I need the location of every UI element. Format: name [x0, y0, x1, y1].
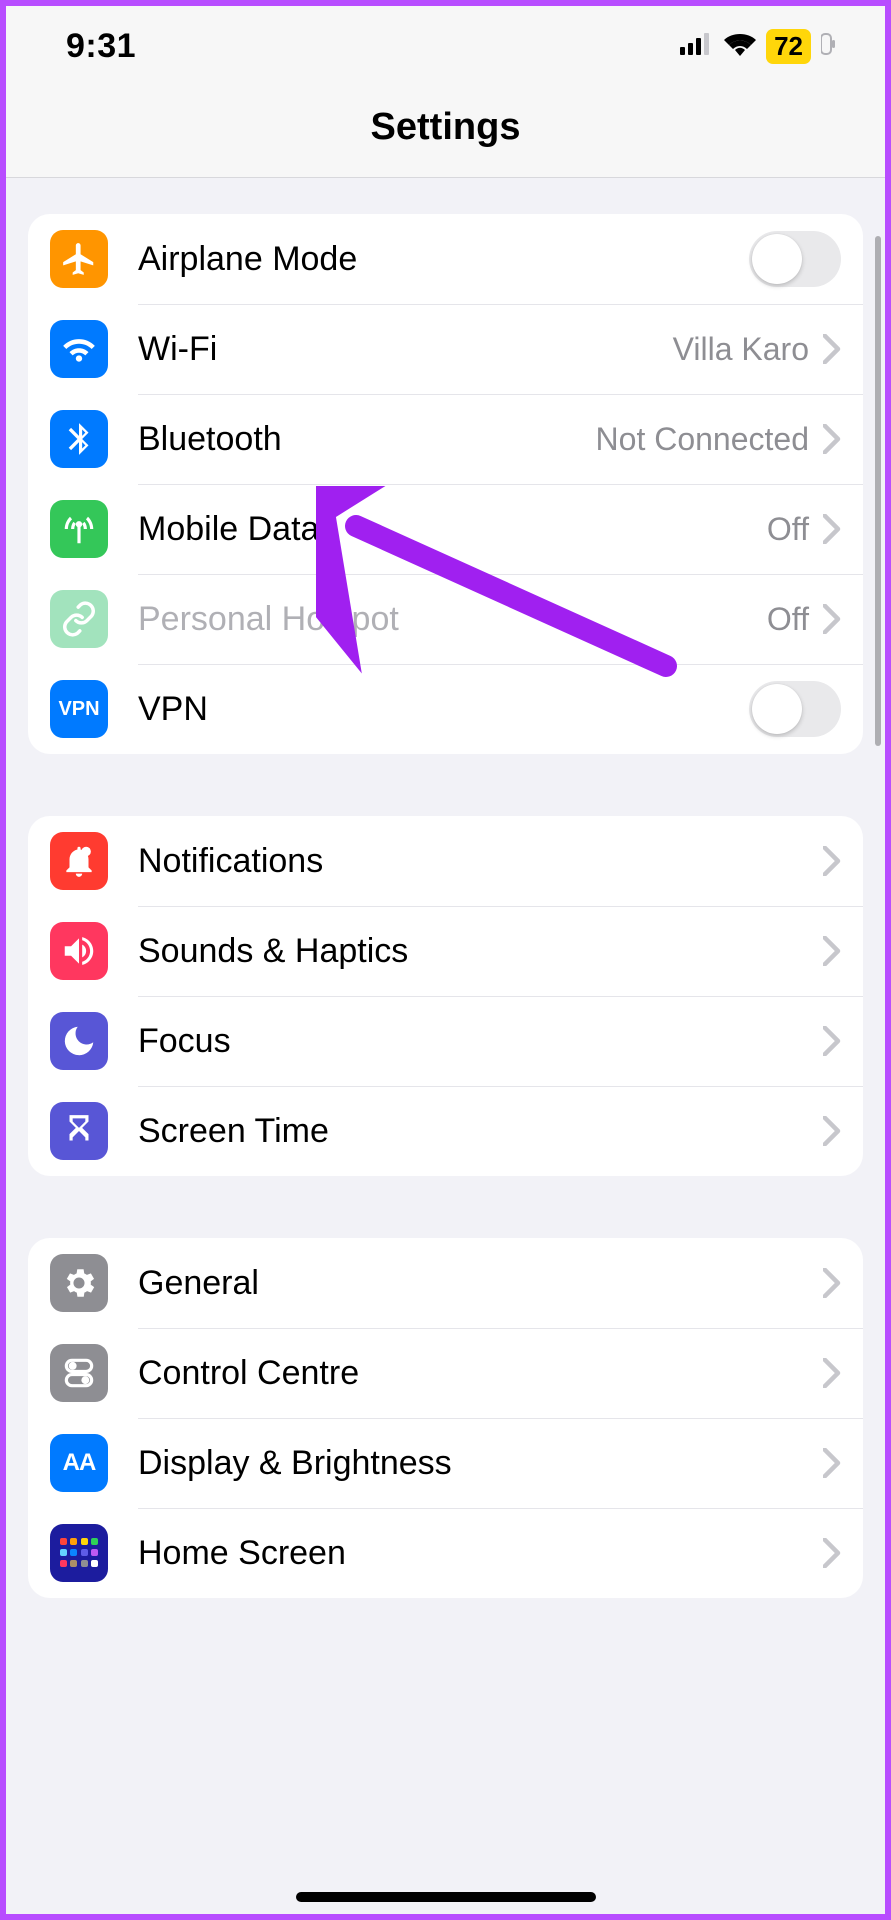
row-vpn[interactable]: VPN VPN: [28, 664, 863, 754]
row-label: Airplane Mode: [138, 240, 749, 279]
row-notifications[interactable]: Notifications: [28, 816, 863, 906]
row-label: Sounds & Haptics: [138, 932, 823, 971]
row-value: Not Connected: [596, 421, 809, 458]
row-label: Personal Hotspot: [138, 600, 767, 639]
aa-icon: AA: [50, 1434, 108, 1492]
row-general[interactable]: General: [28, 1238, 863, 1328]
grid-icon: [50, 1524, 108, 1582]
row-label: General: [138, 1264, 823, 1303]
chevron-right-icon: [823, 334, 841, 364]
battery-percentage: 72: [766, 29, 811, 64]
gear-icon: [50, 1254, 108, 1312]
battery-icon: [821, 31, 835, 62]
status-time: 9:31: [66, 27, 136, 66]
chevron-right-icon: [823, 1268, 841, 1298]
settings-group-notifications: Notifications Sounds & Haptics Focus: [28, 816, 863, 1176]
row-mobile-data[interactable]: Mobile Data Off: [28, 484, 863, 574]
vpn-icon: VPN: [50, 680, 108, 738]
row-wifi[interactable]: Wi-Fi Villa Karo: [28, 304, 863, 394]
status-bar: 9:31 72: [6, 6, 885, 86]
airplane-icon: [50, 230, 108, 288]
row-value: Off: [767, 601, 809, 638]
row-label: Wi-Fi: [138, 330, 673, 369]
antenna-icon: [50, 500, 108, 558]
settings-group-connectivity: Airplane Mode Wi-Fi Villa Karo Bluetooth…: [28, 214, 863, 754]
row-bluetooth[interactable]: Bluetooth Not Connected: [28, 394, 863, 484]
scroll-indicator[interactable]: [875, 236, 881, 746]
settings-screen: 9:31 72 Settings Airplane Mode: [6, 6, 885, 1914]
wifi-icon: [50, 320, 108, 378]
row-label: Display & Brightness: [138, 1444, 823, 1483]
moon-icon: [50, 1012, 108, 1070]
row-label: Bluetooth: [138, 420, 596, 459]
row-screen-time[interactable]: Screen Time: [28, 1086, 863, 1176]
row-airplane-mode[interactable]: Airplane Mode: [28, 214, 863, 304]
row-display-brightness[interactable]: AA Display & Brightness: [28, 1418, 863, 1508]
chevron-right-icon: [823, 514, 841, 544]
speaker-icon: [50, 922, 108, 980]
bluetooth-icon: [50, 410, 108, 468]
row-label: Screen Time: [138, 1112, 823, 1151]
row-label: Control Centre: [138, 1354, 823, 1393]
chevron-right-icon: [823, 1448, 841, 1478]
cellular-signal-icon: [680, 33, 714, 60]
hourglass-icon: [50, 1102, 108, 1160]
row-value: Villa Karo: [673, 331, 809, 368]
airplane-toggle[interactable]: [749, 231, 841, 287]
home-indicator[interactable]: [296, 1892, 596, 1902]
nav-header: Settings: [6, 86, 885, 178]
row-label: Notifications: [138, 842, 823, 881]
chevron-right-icon: [823, 1026, 841, 1056]
wifi-status-icon: [724, 32, 756, 61]
chevron-right-icon: [823, 1358, 841, 1388]
bell-icon: [50, 832, 108, 890]
row-control-centre[interactable]: Control Centre: [28, 1328, 863, 1418]
row-home-screen[interactable]: Home Screen: [28, 1508, 863, 1598]
settings-list[interactable]: Airplane Mode Wi-Fi Villa Karo Bluetooth…: [6, 178, 885, 1914]
status-indicators: 72: [680, 29, 835, 64]
row-label: Focus: [138, 1022, 823, 1061]
vpn-toggle[interactable]: [749, 681, 841, 737]
row-value: Off: [767, 511, 809, 548]
row-sounds[interactable]: Sounds & Haptics: [28, 906, 863, 996]
chevron-right-icon: [823, 604, 841, 634]
chevron-right-icon: [823, 424, 841, 454]
row-label: VPN: [138, 690, 749, 729]
chevron-right-icon: [823, 936, 841, 966]
switches-icon: [50, 1344, 108, 1402]
link-icon: [50, 590, 108, 648]
chevron-right-icon: [823, 846, 841, 876]
row-focus[interactable]: Focus: [28, 996, 863, 1086]
chevron-right-icon: [823, 1116, 841, 1146]
settings-group-general: General Control Centre AA Display & Brig…: [28, 1238, 863, 1598]
page-title: Settings: [6, 106, 885, 149]
chevron-right-icon: [823, 1538, 841, 1568]
row-label: Home Screen: [138, 1534, 823, 1573]
row-personal-hotspot[interactable]: Personal Hotspot Off: [28, 574, 863, 664]
row-label: Mobile Data: [138, 510, 767, 549]
